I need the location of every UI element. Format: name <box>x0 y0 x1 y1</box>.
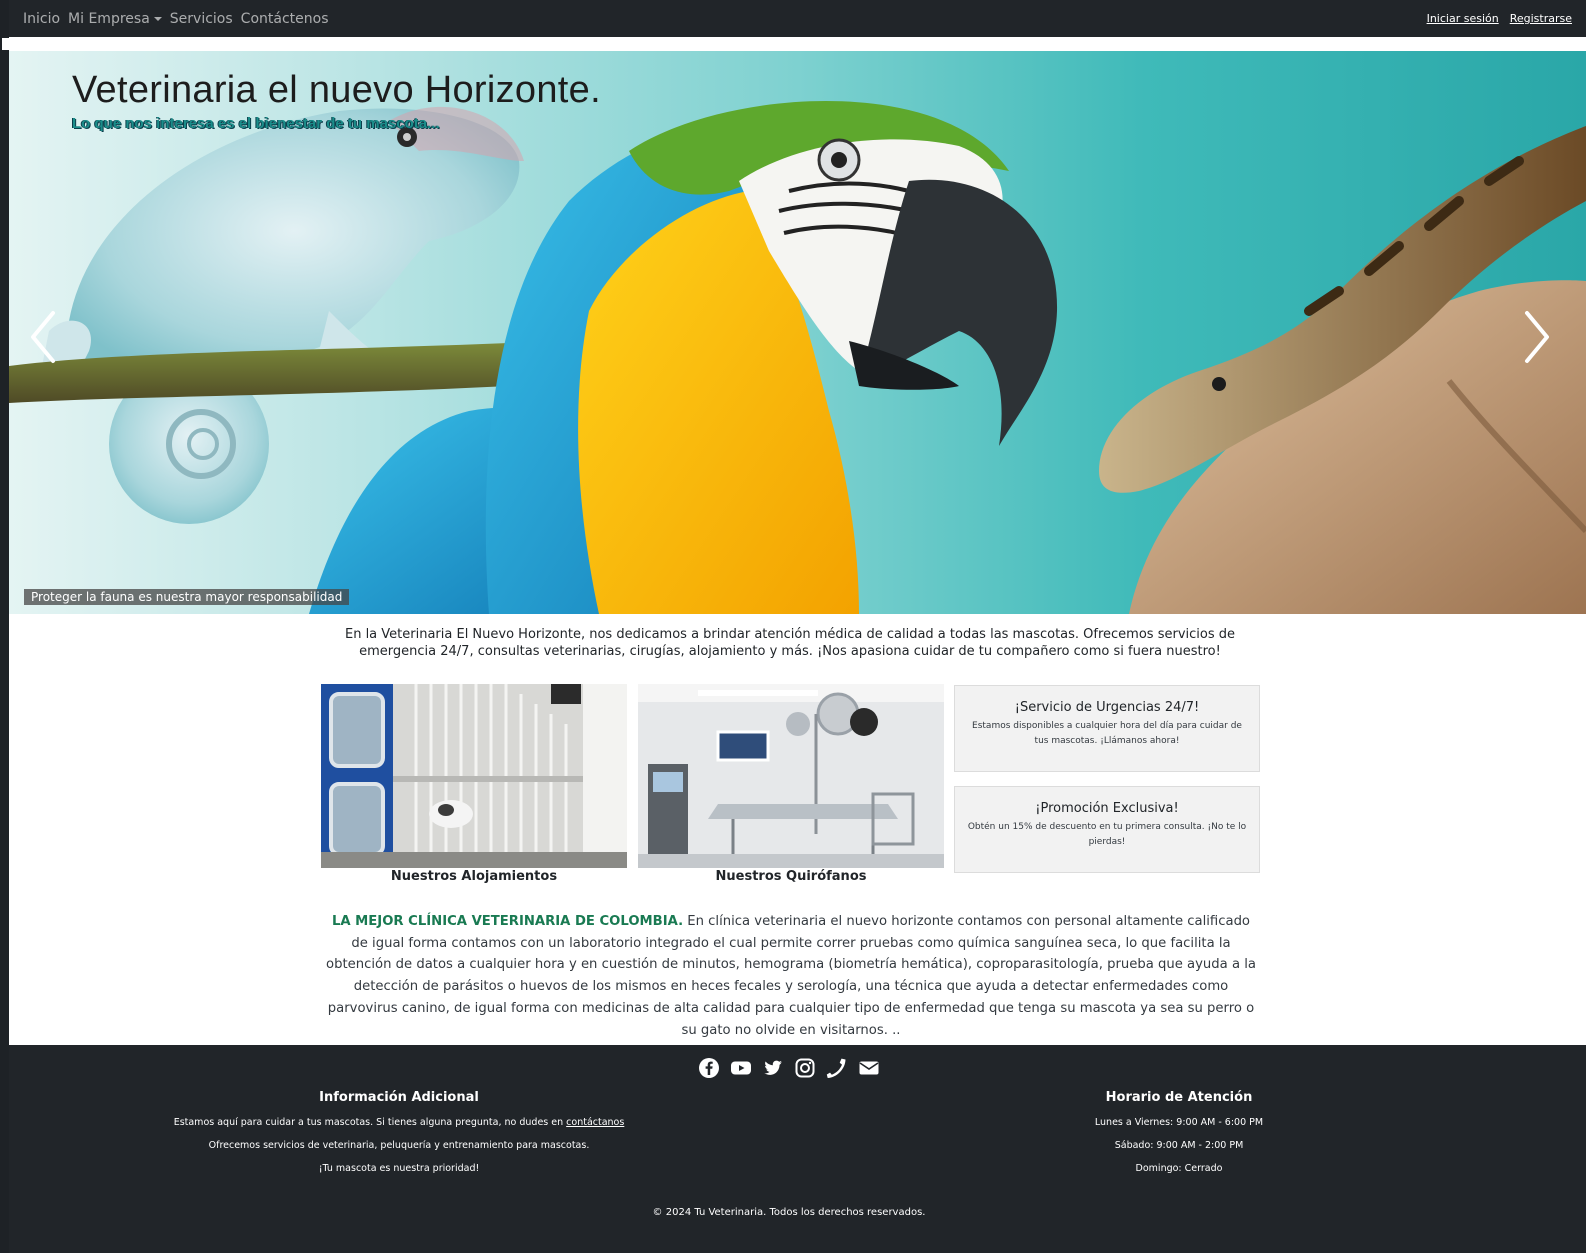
phone-icon[interactable] <box>826 1057 848 1079</box>
urgencias-title: ¡Servicio de Urgencias 24/7! <box>1014 700 1200 715</box>
promocion-card: ¡Promoción Exclusiva! Obtén un 15% de de… <box>954 786 1260 873</box>
hours-title: Horario de Atención <box>1105 1090 1253 1105</box>
quirofanos-image <box>638 684 944 868</box>
hours-saturday: Sábado: 9:00 AM - 2:00 PM <box>1114 1140 1244 1151</box>
nav-mi-empresa-dropdown[interactable]: Mi Empresa <box>68 11 162 27</box>
promocion-title: ¡Promoción Exclusiva! <box>1035 801 1179 816</box>
copyright: © 2024 Tu Veterinaria. Todos los derecho… <box>652 1207 926 1218</box>
nav-contactenos[interactable]: Contáctenos <box>241 11 329 27</box>
quirofanos-card: Nuestros Quirófanos <box>638 684 944 884</box>
envelope-icon[interactable] <box>858 1057 880 1079</box>
carousel-next-button[interactable] <box>1519 309 1555 365</box>
info-line-3: ¡Tu mascota es nuestra prioridad! <box>318 1163 480 1174</box>
carousel-caption: Proteger la fauna es nuestra mayor respo… <box>24 589 350 605</box>
info-line-1-text: Estamos aquí para cuidar a tus mascotas.… <box>173 1117 564 1128</box>
alojamientos-image <box>321 684 627 868</box>
hours-column: Horario de Atención Lunes a Viernes: 9:0… <box>1059 1090 1299 1180</box>
footer: Información Adicional Estamos aquí para … <box>9 1045 1586 1253</box>
promocion-text: Obtén un 15% de descuento en tu primera … <box>967 822 1247 847</box>
about-paragraph: LA MEJOR CLÍNICA VETERINARIA DE COLOMBIA… <box>326 911 1256 1041</box>
alojamientos-caption: Nuestros Alojamientos <box>390 869 558 884</box>
about-lead: LA MEJOR CLÍNICA VETERINARIA DE COLOMBIA… <box>331 914 684 929</box>
intro-text: En la Veterinaria El Nuevo Horizonte, no… <box>344 627 1235 659</box>
urgencias-card: ¡Servicio de Urgencias 24/7! Estamos dis… <box>954 685 1260 772</box>
nav-inicio[interactable]: Inicio <box>23 11 60 27</box>
quirofanos-caption: Nuestros Quirófanos <box>715 869 867 884</box>
facebook-icon[interactable] <box>698 1057 720 1079</box>
nav-links: Inicio Mi Empresa Servicios Contáctenos <box>23 11 329 27</box>
social-links <box>698 1057 880 1079</box>
info-line-1: Estamos aquí para cuidar a tus mascotas.… <box>139 1111 659 1134</box>
hours-sunday: Domingo: Cerrado <box>1135 1163 1223 1174</box>
auth-links: Iniciar sesión Registrarse <box>1427 12 1572 25</box>
carousel-prev-button[interactable] <box>25 309 61 365</box>
caret-down-icon <box>153 16 162 21</box>
hero-carousel: Veterinaria el nuevo Horizonte. Lo que n… <box>9 51 1586 614</box>
info-column: Información Adicional Estamos aquí para … <box>139 1090 659 1180</box>
alojamientos-card: Nuestros Alojamientos <box>321 684 627 884</box>
about-text: En clínica veterinaria el nuevo horizont… <box>326 914 1256 1038</box>
chevron-left-icon <box>31 311 55 363</box>
contact-link[interactable]: contáctanos <box>566 1117 624 1128</box>
chevron-right-icon <box>1525 311 1549 363</box>
info-title: Información Adicional <box>319 1090 479 1105</box>
urgencias-text: Estamos disponibles a cualquier hora del… <box>972 721 1242 746</box>
hero-title: Veterinaria el nuevo Horizonte. <box>72 69 601 111</box>
navbar: Inicio Mi Empresa Servicios Contáctenos … <box>9 0 1586 37</box>
register-link[interactable]: Registrarse <box>1510 12 1572 25</box>
hero-image <box>9 101 1586 614</box>
twitter-icon[interactable] <box>762 1057 784 1079</box>
hero-subtitle: Lo que nos interesa es el bienestar de t… <box>72 115 440 132</box>
login-link[interactable]: Iniciar sesión <box>1427 12 1499 25</box>
instagram-icon[interactable] <box>794 1057 816 1079</box>
window-edge <box>0 0 9 1253</box>
nav-mi-empresa-label: Mi Empresa <box>68 10 150 27</box>
youtube-icon[interactable] <box>730 1057 752 1079</box>
hours-weekdays: Lunes a Viernes: 9:00 AM - 6:00 PM <box>1094 1117 1264 1128</box>
page: Inicio Mi Empresa Servicios Contáctenos … <box>0 0 1586 1253</box>
nav-servicios[interactable]: Servicios <box>170 11 233 27</box>
info-line-2: Ofrecemos servicios de veterinaria, pelu… <box>208 1140 590 1151</box>
